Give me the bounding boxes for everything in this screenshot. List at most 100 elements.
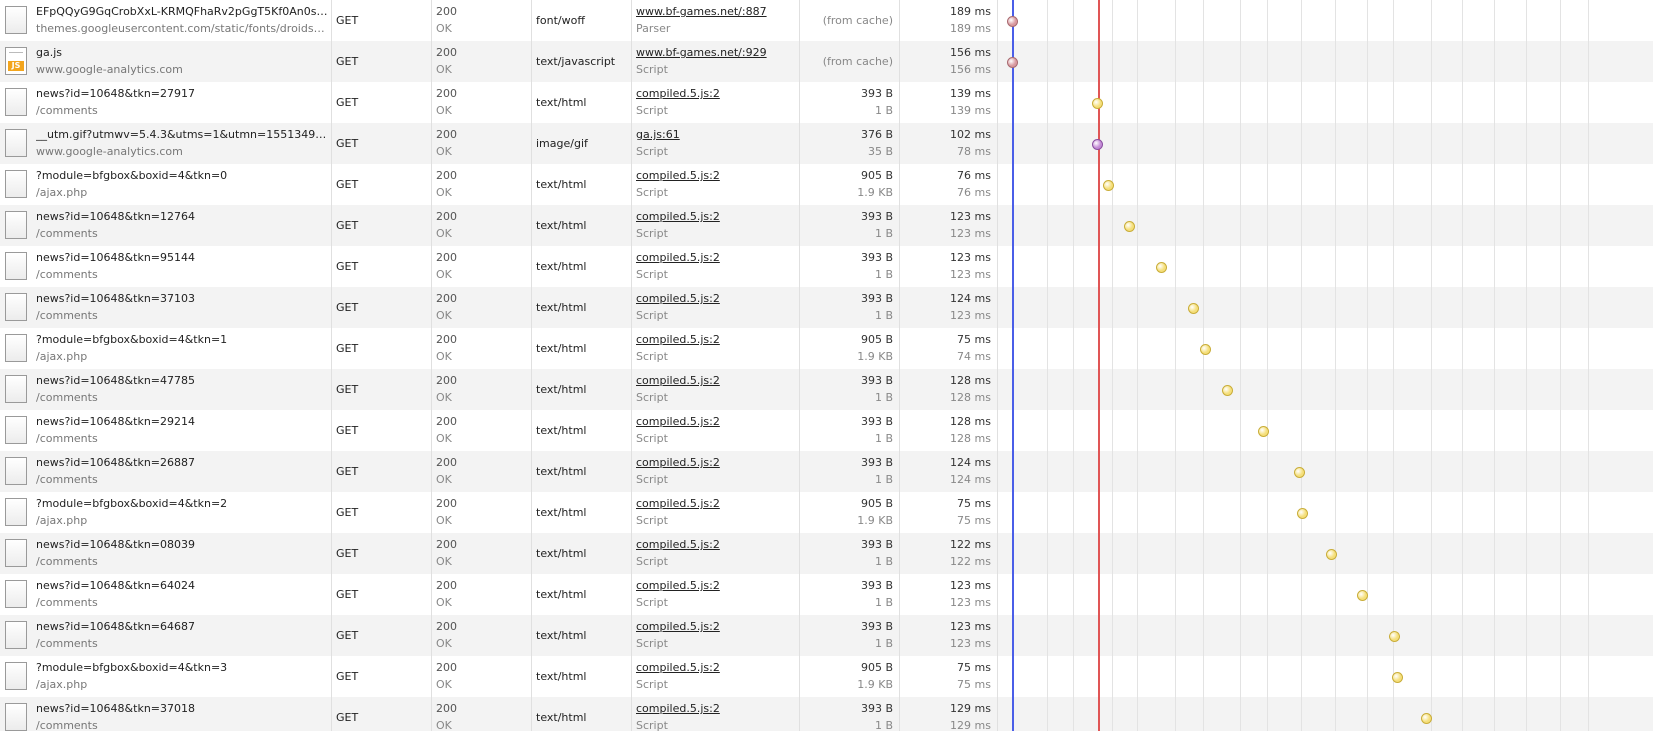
- name-cell[interactable]: ?module=bfgbox&boxid=4&tkn=2/ajax.php: [0, 492, 332, 533]
- name-cell[interactable]: ?module=bfgbox&boxid=4&tkn=1/ajax.php: [0, 328, 332, 369]
- timeline-cell[interactable]: [998, 0, 1653, 41]
- request-row[interactable]: __utm.gif?utmwv=5.4.3&utms=1&utmn=155134…: [0, 123, 1653, 164]
- timing-dot[interactable]: [1389, 631, 1400, 642]
- request-row[interactable]: news?id=10648&tkn=08039/comments GET 200 OK…: [0, 533, 1653, 574]
- request-row[interactable]: news?id=10648&tkn=37018/comments GET 200 OK…: [0, 697, 1653, 731]
- timing-dot[interactable]: [1007, 57, 1018, 68]
- request-row[interactable]: ?module=bfgbox&boxid=4&tkn=0/ajax.php GET…: [0, 164, 1653, 205]
- request-row[interactable]: news?id=10648&tkn=47785/comments GET 200 OK…: [0, 369, 1653, 410]
- request-name[interactable]: news?id=10648&tkn=64687: [36, 620, 328, 633]
- request-name[interactable]: news?id=10648&tkn=95144: [36, 251, 328, 264]
- request-name[interactable]: EFpQQyG9GqCrobXxL-KRMQFhaRv2pGgT5Kf0An0s…: [36, 5, 328, 18]
- timing-dot[interactable]: [1124, 221, 1135, 232]
- name-cell[interactable]: news?id=10648&tkn=64687/comments: [0, 615, 332, 656]
- timing-dot[interactable]: [1357, 590, 1368, 601]
- timing-dot[interactable]: [1156, 262, 1167, 273]
- timing-dot[interactable]: [1326, 549, 1337, 560]
- request-row[interactable]: JS ga.js www.google-analytics.com GET 200 OK t…: [0, 41, 1653, 82]
- timing-dot[interactable]: [1258, 426, 1269, 437]
- name-cell[interactable]: news?id=10648&tkn=37018/comments: [0, 697, 332, 731]
- request-row[interactable]: ?module=bfgbox&boxid=4&tkn=3/ajax.php GET…: [0, 656, 1653, 697]
- timeline-cell[interactable]: [998, 492, 1653, 533]
- timeline-cell[interactable]: [998, 287, 1653, 328]
- request-name[interactable]: ga.js: [36, 46, 328, 59]
- initiator-link[interactable]: compiled.5.js:2: [636, 661, 720, 674]
- timing-dot[interactable]: [1392, 672, 1403, 683]
- initiator-link[interactable]: compiled.5.js:2: [636, 415, 720, 428]
- initiator-link[interactable]: www.bf-games.net/:929: [636, 46, 767, 59]
- name-cell[interactable]: news?id=10648&tkn=47785/comments: [0, 369, 332, 410]
- request-name[interactable]: news?id=10648&tkn=08039: [36, 538, 328, 551]
- request-name[interactable]: __utm.gif?utmwv=5.4.3&utms=1&utmn=155134…: [36, 128, 328, 141]
- request-row[interactable]: news?id=10648&tkn=37103/comments GET 200 OK…: [0, 287, 1653, 328]
- timing-dot[interactable]: [1188, 303, 1199, 314]
- timeline-cell[interactable]: [998, 451, 1653, 492]
- request-name[interactable]: ?module=bfgbox&boxid=4&tkn=2: [36, 497, 328, 510]
- initiator-link[interactable]: compiled.5.js:2: [636, 456, 720, 469]
- timeline-cell[interactable]: [998, 164, 1653, 205]
- timing-dot[interactable]: [1297, 508, 1308, 519]
- name-cell[interactable]: news?id=10648&tkn=12764/comments: [0, 205, 332, 246]
- name-cell[interactable]: news?id=10648&tkn=29214/comments: [0, 410, 332, 451]
- initiator-link[interactable]: www.bf-games.net/:887: [636, 5, 767, 18]
- name-cell[interactable]: news?id=10648&tkn=37103/comments: [0, 287, 332, 328]
- request-name[interactable]: news?id=10648&tkn=37018: [36, 702, 328, 715]
- request-row[interactable]: news?id=10648&tkn=95144/comments GET 200 OK…: [0, 246, 1653, 287]
- timeline-cell[interactable]: [998, 697, 1653, 731]
- timeline-cell[interactable]: [998, 369, 1653, 410]
- timeline-cell[interactable]: [998, 656, 1653, 697]
- timeline-cell[interactable]: [998, 574, 1653, 615]
- timing-dot[interactable]: [1092, 139, 1103, 150]
- request-name[interactable]: ?module=bfgbox&boxid=4&tkn=1: [36, 333, 328, 346]
- name-cell[interactable]: __utm.gif?utmwv=5.4.3&utms=1&utmn=155134…: [0, 123, 332, 164]
- timeline-cell[interactable]: [998, 615, 1653, 656]
- request-row[interactable]: ?module=bfgbox&boxid=4&tkn=2/ajax.php GET…: [0, 492, 1653, 533]
- request-name[interactable]: news?id=10648&tkn=29214: [36, 415, 328, 428]
- request-name[interactable]: news?id=10648&tkn=26887: [36, 456, 328, 469]
- initiator-link[interactable]: compiled.5.js:2: [636, 538, 720, 551]
- timeline-cell[interactable]: [998, 246, 1653, 287]
- request-row[interactable]: news?id=10648&tkn=26887/comments GET 200 OK…: [0, 451, 1653, 492]
- initiator-link[interactable]: ga.js:61: [636, 128, 680, 141]
- name-cell[interactable]: news?id=10648&tkn=64024/comments: [0, 574, 332, 615]
- timing-dot[interactable]: [1200, 344, 1211, 355]
- request-row[interactable]: EFpQQyG9GqCrobXxL-KRMQFhaRv2pGgT5Kf0An0s…: [0, 0, 1653, 41]
- initiator-link[interactable]: compiled.5.js:2: [636, 374, 720, 387]
- name-cell[interactable]: news?id=10648&tkn=95144/comments: [0, 246, 332, 287]
- request-name[interactable]: ?module=bfgbox&boxid=4&tkn=3: [36, 661, 328, 674]
- timing-dot[interactable]: [1421, 713, 1432, 724]
- name-cell[interactable]: news?id=10648&tkn=27917/comments: [0, 82, 332, 123]
- initiator-link[interactable]: compiled.5.js:2: [636, 210, 720, 223]
- name-cell[interactable]: news?id=10648&tkn=26887/comments: [0, 451, 332, 492]
- initiator-link[interactable]: compiled.5.js:2: [636, 620, 720, 633]
- initiator-link[interactable]: compiled.5.js:2: [636, 292, 720, 305]
- timeline-cell[interactable]: [998, 205, 1653, 246]
- request-row[interactable]: ?module=bfgbox&boxid=4&tkn=1/ajax.php GET…: [0, 328, 1653, 369]
- initiator-link[interactable]: compiled.5.js:2: [636, 169, 720, 182]
- request-row[interactable]: news?id=10648&tkn=29214/comments GET 200 OK…: [0, 410, 1653, 451]
- initiator-link[interactable]: compiled.5.js:2: [636, 497, 720, 510]
- name-cell[interactable]: EFpQQyG9GqCrobXxL-KRMQFhaRv2pGgT5Kf0An0s…: [0, 0, 332, 41]
- timing-dot[interactable]: [1007, 16, 1018, 27]
- request-name[interactable]: news?id=10648&tkn=37103: [36, 292, 328, 305]
- request-name[interactable]: news?id=10648&tkn=64024: [36, 579, 328, 592]
- initiator-link[interactable]: compiled.5.js:2: [636, 702, 720, 715]
- name-cell[interactable]: ?module=bfgbox&boxid=4&tkn=0/ajax.php: [0, 164, 332, 205]
- request-name[interactable]: news?id=10648&tkn=12764: [36, 210, 328, 223]
- timing-dot[interactable]: [1222, 385, 1233, 396]
- timeline-cell[interactable]: [998, 410, 1653, 451]
- initiator-link[interactable]: compiled.5.js:2: [636, 87, 720, 100]
- request-name[interactable]: news?id=10648&tkn=27917: [36, 87, 328, 100]
- request-row[interactable]: news?id=10648&tkn=12764/comments GET 200 OK…: [0, 205, 1653, 246]
- name-cell[interactable]: ?module=bfgbox&boxid=4&tkn=3/ajax.php: [0, 656, 332, 697]
- timing-dot[interactable]: [1103, 180, 1114, 191]
- request-row[interactable]: news?id=10648&tkn=64687/comments GET 200 OK…: [0, 615, 1653, 656]
- request-row[interactable]: news?id=10648&tkn=27917/comments GET 200 OK…: [0, 82, 1653, 123]
- name-cell[interactable]: news?id=10648&tkn=08039/comments: [0, 533, 332, 574]
- timeline-cell[interactable]: [998, 328, 1653, 369]
- request-name[interactable]: ?module=bfgbox&boxid=4&tkn=0: [36, 169, 328, 182]
- request-name[interactable]: news?id=10648&tkn=47785: [36, 374, 328, 387]
- initiator-link[interactable]: compiled.5.js:2: [636, 579, 720, 592]
- initiator-link[interactable]: compiled.5.js:2: [636, 251, 720, 264]
- name-cell[interactable]: JS ga.js www.google-analytics.com: [0, 41, 332, 82]
